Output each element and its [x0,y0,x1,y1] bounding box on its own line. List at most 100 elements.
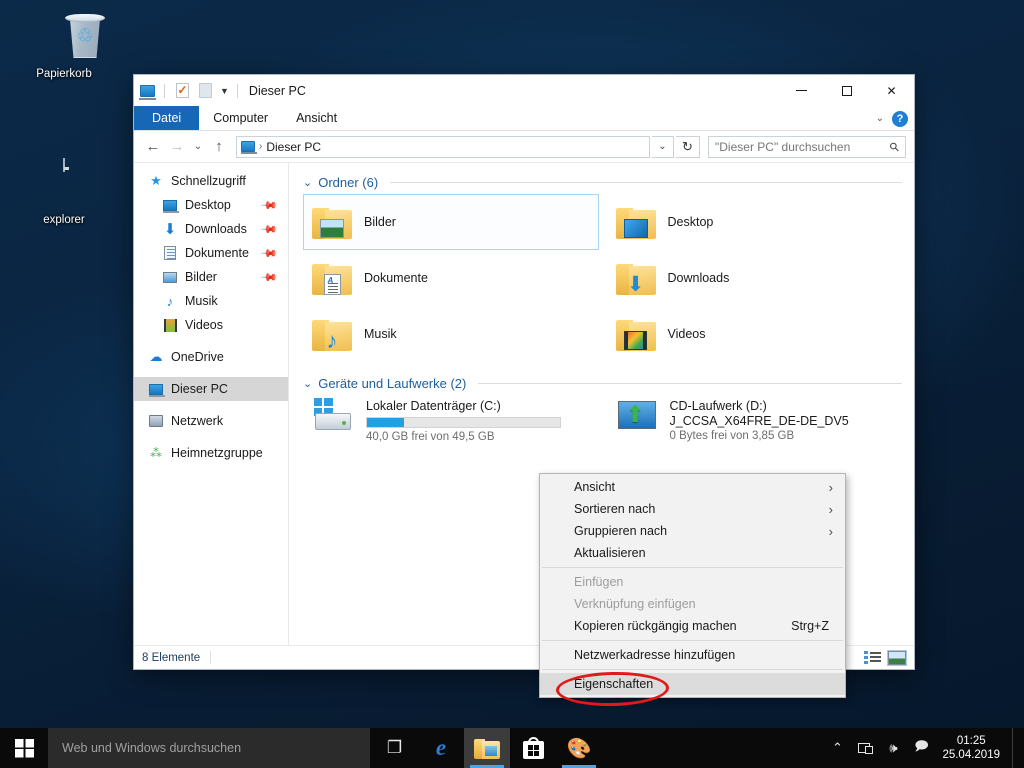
sidebar-item-onedrive[interactable]: ☁ OneDrive [134,345,288,369]
tab-computer[interactable]: Computer [199,106,282,130]
folder-item-desktop[interactable]: Desktop [607,194,903,250]
sidebar-item-bilder[interactable]: Bilder 📌 [134,265,288,289]
help-icon[interactable]: ? [892,111,908,127]
folder-item-dokumente[interactable]: Dokumente [303,250,599,306]
sidebar-item-musik[interactable]: ♪ Musik [134,289,288,313]
address-dropdown-icon[interactable]: ⌄ [652,136,674,158]
hard-disk-icon [312,398,354,432]
folder-item-musik[interactable]: ♪ Musik [303,306,599,362]
taskbar-app-store[interactable] [510,728,556,768]
taskbar-app-paint[interactable]: 🎨 [556,728,602,768]
folder-item-videos[interactable]: Videos [607,306,903,362]
sidebar-item-downloads[interactable]: ⬇ Downloads 📌 [134,217,288,241]
chevron-right-icon: › [829,502,833,517]
drive-item-d[interactable]: ⬆ CD-Laufwerk (D:) J_CCSA_X64FRE_DE-DE_D… [607,395,903,443]
chevron-down-icon[interactable]: ⌄ [876,113,884,124]
toolbar-divider [164,84,165,98]
file-explorer-icon [474,738,500,759]
pin-icon: 📌 [260,196,279,215]
sidebar-item-desktop[interactable]: Desktop 📌 [134,193,288,217]
chevron-up-icon[interactable]: ⌃ [824,728,850,768]
window-titlebar[interactable]: ▼ Dieser PC ✕ [134,75,914,106]
recycle-bin-icon: ♲ [20,12,108,64]
taskbar-app-explorer[interactable] [464,728,510,768]
drive-info: CD-Laufwerk (D:) J_CCSA_X64FRE_DE-DE_DV5… [670,398,849,444]
menu-item-netzwerkadresse-hinzufuegen[interactable]: Netzwerkadresse hinzufügen [540,644,845,666]
action-center-icon[interactable]: 🗩 [908,728,934,768]
menu-item-kopieren-rueckgaengig-machen[interactable]: Kopieren rückgängig machen Strg+Z [540,615,845,637]
sidebar-item-label: Musik [185,294,218,308]
download-overlay-icon: ⬇ [624,275,648,295]
document-overlay-icon [320,275,344,295]
drive-item-c[interactable]: Lokaler Datenträger (C:) 40,0 GB frei vo… [303,395,599,443]
sidebar-item-videos[interactable]: Videos [134,313,288,337]
this-pc-icon[interactable] [138,82,156,100]
forward-button[interactable]: → [166,136,188,158]
maximize-button[interactable] [824,75,869,106]
tab-datei[interactable]: Datei [134,106,199,130]
sidebar-item-label: Downloads [185,222,247,236]
group-header-drives[interactable]: ⌄ Geräte und Laufwerke (2) [303,376,902,391]
search-icon: ⚲ [887,138,903,154]
group-header-folders[interactable]: ⌄ Ordner (6) [303,175,902,190]
folder-item-bilder[interactable]: Bilder [303,194,599,250]
customize-caret-icon[interactable]: ▼ [220,86,229,96]
status-left: 8 Elemente [142,651,211,664]
group-title: Geräte und Laufwerke (2) [318,376,466,391]
breadcrumb-label[interactable]: Dieser PC [266,140,321,154]
store-icon [523,737,544,759]
menu-item-gruppieren-nach[interactable]: Gruppieren nach › [540,520,845,542]
address-input[interactable]: › Dieser PC [236,136,650,158]
sidebar-item-netzwerk[interactable]: Netzwerk [134,409,288,433]
tab-ansicht[interactable]: Ansicht [282,106,351,130]
folder-item-label: Desktop [668,215,714,229]
paint-palette-icon: 🎨 [567,736,592,761]
menu-item-eigenschaften[interactable]: Eigenschaften [540,673,845,695]
folder-item-label: Dokumente [364,271,428,285]
task-view-button[interactable]: ❐ [370,728,418,768]
window-controls: ✕ [779,75,914,106]
start-button[interactable] [0,728,48,768]
chevron-down-icon[interactable]: ⌄ [303,377,312,390]
search-input[interactable]: "Dieser PC" durchsuchen ⚲ [708,136,906,158]
recent-locations-icon[interactable]: ⌄ [190,136,206,158]
show-desktop-button[interactable] [1012,728,1018,768]
menu-item-ansicht[interactable]: Ansicht › [540,476,845,498]
folder-item-label: Downloads [668,271,730,285]
details-view-icon[interactable] [864,651,881,664]
search-placeholder: Web und Windows durchsuchen [62,741,241,755]
folder-item-downloads[interactable]: ⬇ Downloads [607,250,903,306]
chevron-down-icon[interactable]: ⌄ [303,176,312,189]
properties-icon[interactable] [173,82,191,100]
sidebar-item-heimnetzgruppe[interactable]: ⁂ Heimnetzgruppe [134,441,288,465]
refresh-icon[interactable]: ↻ [676,136,700,158]
back-button[interactable]: ← [142,136,164,158]
taskbar-app-edge[interactable]: e [418,728,464,768]
desktop-icon-recycle-bin[interactable]: ♲ Papierkorb [20,12,108,81]
large-icons-view-icon[interactable] [888,651,906,665]
menu-item-label: Netzwerkadresse hinzufügen [574,648,735,662]
sidebar-item-label: Dieser PC [171,382,228,396]
up-button[interactable]: ↑ [208,136,230,158]
folder-item-label: Bilder [364,215,396,229]
taskbar-search-input[interactable]: Web und Windows durchsuchen [48,728,370,768]
sidebar-item-dokumente[interactable]: Dokumente 📌 [134,241,288,265]
sidebar-item-schnellzugriff[interactable]: ★ Schnellzugriff [134,169,288,193]
star-pin-icon: ★ [148,173,164,189]
network-tray-icon[interactable] [852,728,878,768]
navigation-pane: ★ Schnellzugriff Desktop 📌 ⬇ Downloads 📌… [134,163,289,645]
taskbar-apps: e 🎨 [418,728,602,768]
menu-item-aktualisieren[interactable]: Aktualisieren [540,542,845,564]
pin-icon: 📌 [260,244,279,263]
menu-item-sortieren-nach[interactable]: Sortieren nach › [540,498,845,520]
taskbar-clock[interactable]: 01:25 25.04.2019 [936,734,1010,762]
sidebar-item-dieser-pc[interactable]: Dieser PC [134,377,288,401]
new-folder-icon[interactable] [196,82,214,100]
minimize-button[interactable] [779,75,824,106]
close-button[interactable]: ✕ [869,75,914,106]
sidebar-item-label: Netzwerk [171,414,223,428]
speaker-icon[interactable]: 🕪 [880,728,906,768]
desktop-icon-explorer[interactable]: explorer [20,158,108,227]
cd-drive-icon: ⬆ [616,398,658,432]
folder-item-label: Videos [668,327,706,341]
